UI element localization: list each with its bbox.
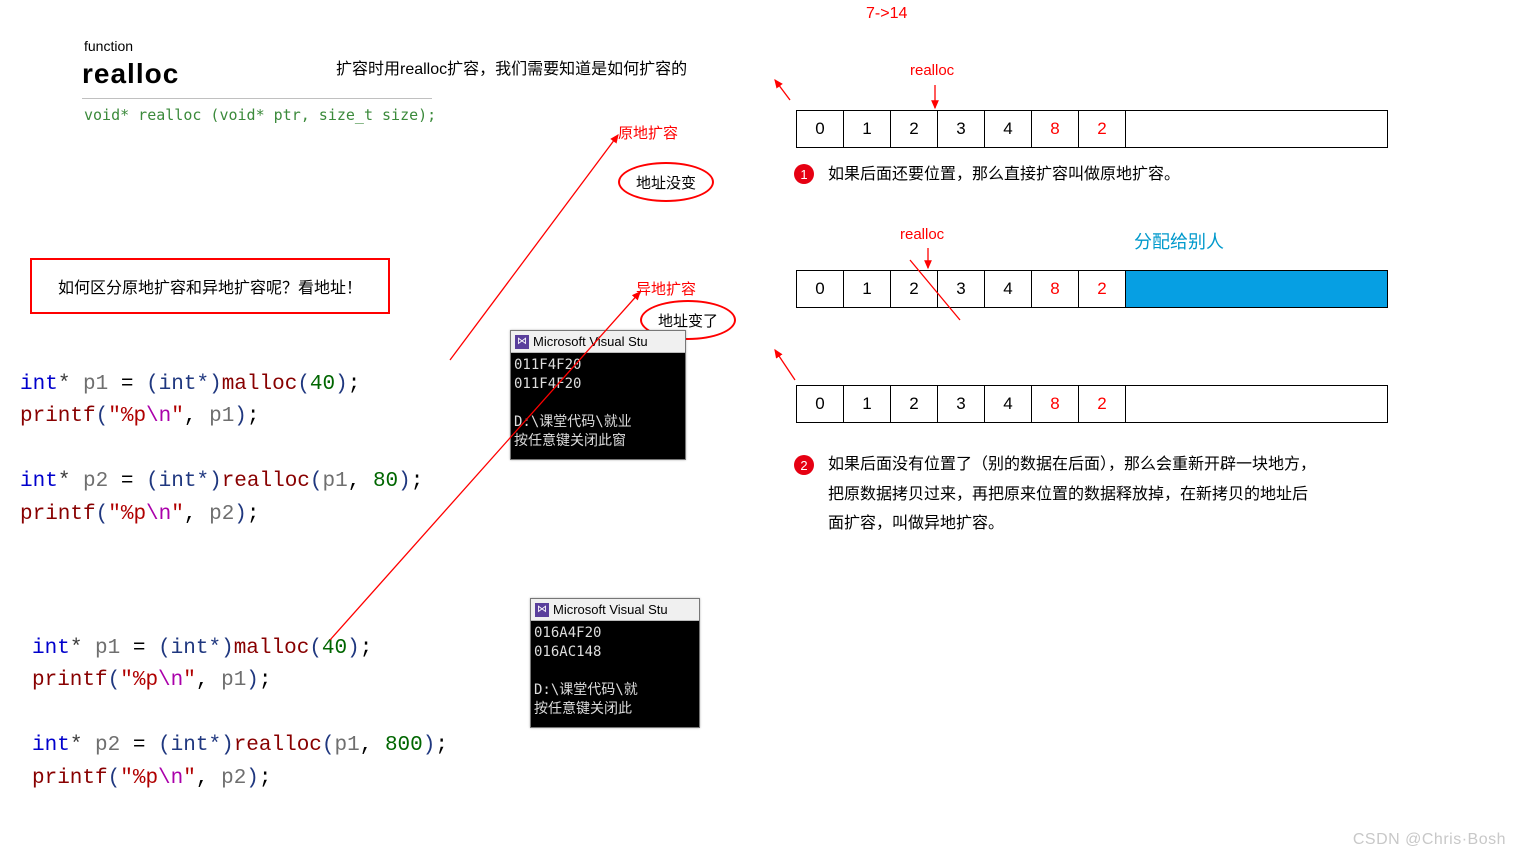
memory-strip-2: 0 1 2 3 4 8 2 — [796, 270, 1388, 308]
cell: 2 — [891, 111, 938, 147]
console-header: ⋈ Microsoft Visual Stu — [511, 331, 685, 353]
cell: 3 — [938, 386, 985, 422]
note-box: 如何区分原地扩容和异地扩容呢？看地址！ — [30, 258, 390, 314]
cell: 2 — [1079, 111, 1126, 147]
cell: 3 — [938, 111, 985, 147]
cell: 2 — [1079, 271, 1126, 307]
cell: 0 — [797, 271, 844, 307]
cell-tail — [1126, 386, 1387, 422]
cell: 8 — [1032, 271, 1079, 307]
note-box-text: 如何区分原地扩容和异地扩容呢？看地址！ — [58, 280, 362, 297]
cell: 2 — [1079, 386, 1126, 422]
cell-tail-occupied — [1126, 271, 1387, 307]
cell: 3 — [938, 271, 985, 307]
console-body-2: 016A4F20 016AC148 D:\课堂代码\就 按任意键关闭此 — [531, 621, 699, 727]
inplace-note: 地址没变 — [636, 172, 696, 193]
memory-strip-1: 0 1 2 3 4 8 2 — [796, 110, 1388, 148]
realloc-label-2: realloc — [900, 226, 944, 243]
header-annotation: 7->14 — [866, 5, 907, 23]
cell: 0 — [797, 386, 844, 422]
watermark: CSDN @Chris·Bosh — [1353, 831, 1506, 849]
bullet-1: 1 — [794, 164, 814, 184]
cell: 2 — [891, 271, 938, 307]
console-window-1: ⋈ Microsoft Visual Stu 011F4F20 011F4F20… — [510, 330, 686, 460]
bullet-2-text: 如果后面没有位置了（别的数据在后面），那么会重新开辟一块地方，把原数据拷贝过来，… — [828, 450, 1318, 539]
function-name: realloc — [82, 58, 179, 90]
inplace-oval: 地址没变 — [618, 162, 714, 202]
cell: 4 — [985, 111, 1032, 147]
console-header: ⋈ Microsoft Visual Stu — [531, 599, 699, 621]
other-alloc-label: 分配给别人 — [1134, 228, 1224, 254]
divider — [82, 98, 432, 99]
vs-icon: ⋈ — [515, 335, 529, 349]
bullet-2: 2 — [794, 455, 814, 475]
console-body-1: 011F4F20 011F4F20 D:\课堂代码\就业 按任意键关闭此窗 — [511, 353, 685, 459]
cell: 8 — [1032, 111, 1079, 147]
cell: 1 — [844, 386, 891, 422]
inplace-title: 原地扩容 — [618, 122, 678, 143]
cell: 4 — [985, 271, 1032, 307]
cell: 4 — [985, 386, 1032, 422]
cell: 1 — [844, 111, 891, 147]
realloc-label-1: realloc — [910, 62, 954, 79]
memory-strip-3: 0 1 2 3 4 8 2 — [796, 385, 1388, 423]
cell: 1 — [844, 271, 891, 307]
function-signature: void* realloc (void* ptr, size_t size); — [84, 106, 436, 124]
console-window-2: ⋈ Microsoft Visual Stu 016A4F20 016AC148… — [530, 598, 700, 728]
cell: 8 — [1032, 386, 1079, 422]
code-block-2: int* p1 = (int*)malloc(40); printf("%p\n… — [32, 600, 448, 795]
move-note: 地址变了 — [658, 310, 718, 331]
bullet-1-text: 如果后面还要位置，那么直接扩容叫做原地扩容。 — [828, 160, 1180, 190]
console-title: Microsoft Visual Stu — [553, 602, 668, 617]
cell: 2 — [891, 386, 938, 422]
function-label: function — [84, 38, 133, 54]
vs-icon: ⋈ — [535, 603, 549, 617]
console-title: Microsoft Visual Stu — [533, 334, 648, 349]
cell: 0 — [797, 111, 844, 147]
code-block-1: int* p1 = (int*)malloc(40); printf("%p\n… — [20, 336, 423, 531]
move-title: 异地扩容 — [636, 278, 696, 299]
intro-text: 扩容时用realloc扩容，我们需要知道是如何扩容的 — [336, 55, 687, 79]
cell-tail — [1126, 111, 1387, 147]
